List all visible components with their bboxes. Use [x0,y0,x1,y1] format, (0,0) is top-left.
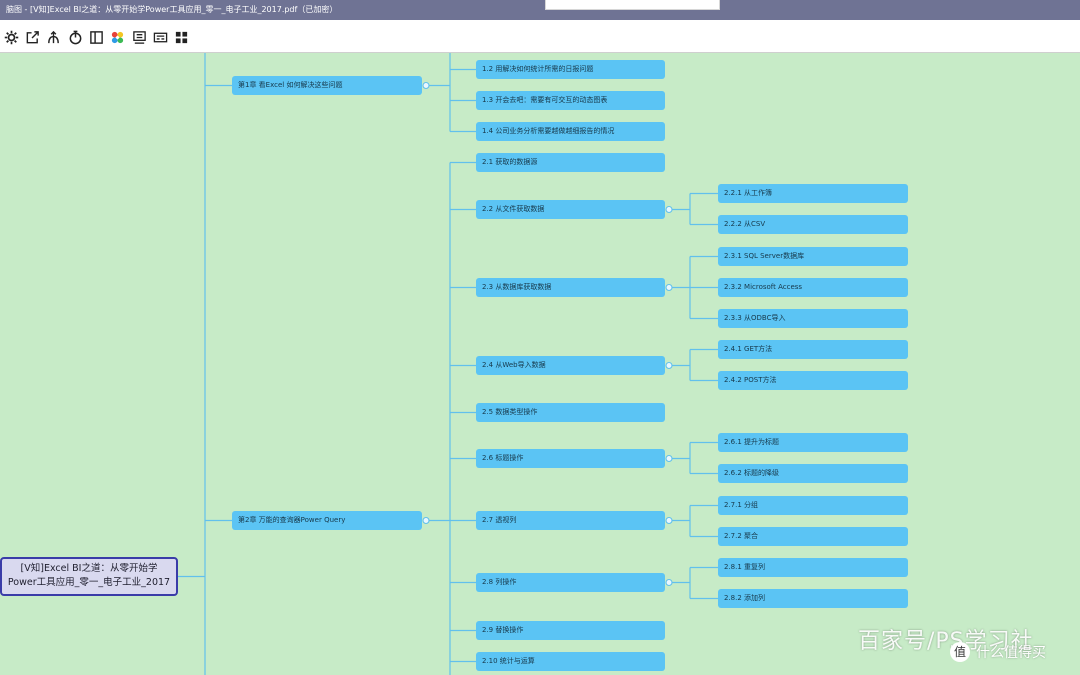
connector-line [672,192,718,226]
topic-2-4[interactable]: 2.4 从Web导入数据 [476,356,665,375]
collapse-toggle[interactable] [422,516,430,525]
window-title: 脑图 - [V知]Excel BI之道：从零开始学Power工具应用_零一_电子… [6,5,338,14]
topic-2-2-1[interactable]: 2.2.1 从工作簿 [718,184,908,203]
topic-2-7[interactable]: 2.7 透视列 [476,511,665,530]
chapter-node-2[interactable]: 第2章 万能的查询器Power Query [232,511,422,530]
gear-icon[interactable] [4,30,19,45]
topic-2-2[interactable]: 2.2 从文件获取数据 [476,200,665,219]
timer-icon[interactable] [68,30,83,45]
keyboard-icon[interactable] [153,30,168,45]
collapse-toggle[interactable] [422,81,430,90]
branch-icon[interactable] [46,30,61,45]
connector-line [672,504,718,538]
connector-line [672,255,718,320]
topic-2-3[interactable]: 2.3 从数据库获取数据 [476,278,665,297]
topic-2-3-3[interactable]: 2.3.3 从ODBC导入 [718,309,908,328]
topic-2-3-2[interactable]: 2.3.2 Microsoft Access [718,278,908,297]
topic-2-1[interactable]: 2.1 获取的数据源 [476,153,665,172]
topic-2-10[interactable]: 2.10 统计与运算 [476,652,665,671]
collapse-toggle[interactable] [665,516,673,525]
chapter-node-1[interactable]: 第1章 看Excel 如何解决这些问题 [232,76,422,95]
smzdm-watermark: 值什么值得买 [950,642,1046,664]
split-view-icon[interactable] [89,30,104,45]
grid-icon[interactable] [174,30,189,45]
topic-2-4-2[interactable]: 2.4.2 POST方法 [718,371,908,390]
collapse-toggle[interactable] [665,205,673,214]
collapse-toggle[interactable] [665,283,673,292]
collapse-toggle[interactable] [665,361,673,370]
topic-2-5[interactable]: 2.5 数据类型操作 [476,403,665,422]
topic-1-2[interactable]: 1.2 用解决如何统计所需的日报问题 [476,60,665,79]
title-bar: 脑图 - [V知]Excel BI之道：从零开始学Power工具应用_零一_电子… [0,0,1080,20]
connector-line [672,441,718,475]
connector-line [672,348,718,382]
presentation-icon[interactable] [132,30,147,45]
smzdm-logo: 值 [950,642,970,662]
root-label-line: [V知]Excel BI之道：从零开始学 [20,563,158,574]
topic-2-6[interactable]: 2.6 标题操作 [476,449,665,468]
topic-2-3-1[interactable]: 2.3.1 SQL Server数据库 [718,247,908,266]
topic-2-8-1[interactable]: 2.8.1 重复列 [718,558,908,577]
topic-1-3[interactable]: 1.3 开会去吧：需要有可交互的动态图表 [476,91,665,110]
connector-line [672,566,718,600]
topic-2-7-1[interactable]: 2.7.1 分组 [718,496,908,515]
topic-2-8-2[interactable]: 2.8.2 添加列 [718,589,908,608]
topic-2-8[interactable]: 2.8 列操作 [476,573,665,592]
topic-2-2-2[interactable]: 2.2.2 从CSV [718,215,908,234]
topic-1-4[interactable]: 1.4 公司业务分析需要越做越细报告的情况 [476,122,665,141]
smzdm-text: 什么值得买 [976,645,1046,661]
topic-2-6-1[interactable]: 2.6.1 提升为标题 [718,433,908,452]
export-icon[interactable] [25,30,40,45]
topic-2-6-2[interactable]: 2.6.2 标题的降级 [718,464,908,483]
collapse-toggle[interactable] [665,454,673,463]
topic-2-4-1[interactable]: 2.4.1 GET方法 [718,340,908,359]
palette-icon[interactable] [110,30,125,45]
topic-2-7-2[interactable]: 2.7.2 聚合 [718,527,908,546]
root-node[interactable]: [V知]Excel BI之道：从零开始学 Power工具应用_零一_电子工业_2… [0,557,178,596]
popup-edge [545,0,720,10]
root-label-line: Power工具应用_零一_电子工业_2017 [7,577,171,588]
topic-2-9[interactable]: 2.9 替换操作 [476,621,665,640]
collapse-toggle[interactable] [665,578,673,587]
